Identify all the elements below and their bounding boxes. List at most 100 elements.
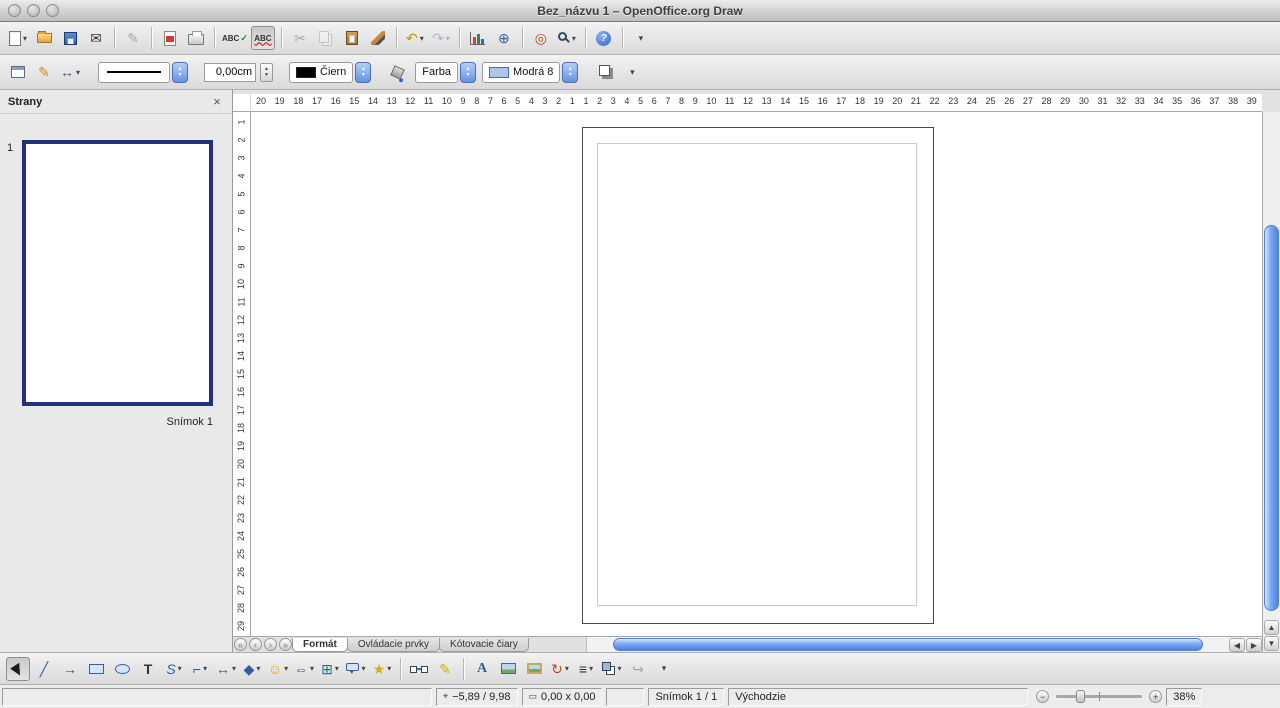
basic-shapes-button[interactable]: ◆ [240, 657, 264, 681]
flowchart-button[interactable]: ⊞ [318, 657, 342, 681]
toolbar-options-button[interactable]: ▾ [652, 657, 676, 681]
callouts-button[interactable] [344, 657, 368, 681]
fontwork-button[interactable]: A [470, 657, 494, 681]
zoom-out-button[interactable]: − [1036, 690, 1049, 703]
line-style-stepper[interactable] [172, 62, 188, 83]
open-template-icon [37, 33, 52, 43]
spellcheck-button[interactable]: ABC [221, 26, 249, 50]
symbol-shapes-button[interactable]: ☺ [266, 657, 290, 681]
paintbrush-button[interactable] [366, 26, 390, 50]
ruler-number: 7 [488, 96, 493, 106]
last-layer-button[interactable]: » [279, 638, 292, 651]
curve-tool-button[interactable]: S [162, 657, 186, 681]
line-width-input[interactable] [204, 63, 256, 82]
fill-color-select[interactable]: Modrá 8 [482, 62, 578, 83]
ellipse-tool-button[interactable] [110, 657, 134, 681]
vertical-scrollbar-thumb[interactable] [1264, 225, 1279, 611]
line-width-stepper[interactable] [260, 63, 273, 82]
insert-chart-button[interactable] [466, 26, 490, 50]
tab-dimension-lines[interactable]: Kótovacie čiary [439, 638, 529, 652]
toolbar-options-button[interactable]: ▾ [620, 60, 644, 84]
arrow-style-button[interactable]: ↔ [58, 60, 82, 84]
drawing-canvas[interactable] [251, 112, 1262, 636]
scroll-left-button[interactable] [1229, 638, 1245, 652]
zoom-slider[interactable] [1056, 695, 1142, 698]
edit-points-button[interactable] [407, 657, 431, 681]
copy-button[interactable] [314, 26, 338, 50]
slide-thumbnail[interactable] [22, 140, 213, 406]
previous-layer-button[interactable]: ‹ [249, 638, 262, 651]
next-layer-button[interactable]: › [264, 638, 277, 651]
horizontal-ruler[interactable]: 2019181716151413121110987654321123456789… [251, 94, 1262, 112]
save-button[interactable] [58, 26, 82, 50]
shadow-button[interactable] [594, 60, 618, 84]
gallery-button[interactable] [522, 657, 546, 681]
zoom-in-button[interactable]: + [1149, 690, 1162, 703]
export-pdf-button[interactable] [158, 26, 182, 50]
cut-button[interactable]: ✂ [288, 26, 312, 50]
zoom-tool-button[interactable] [555, 26, 579, 50]
line-dialog-button[interactable]: ✎ [32, 60, 56, 84]
block-arrows-button[interactable]: ⇔ [292, 657, 316, 681]
styles-button[interactable] [6, 60, 30, 84]
glue-points-button[interactable]: ✎ [433, 657, 457, 681]
interaction-button[interactable]: ↪ [626, 657, 650, 681]
tab-format[interactable]: Formát [292, 638, 348, 652]
horizontal-scrollbar[interactable] [586, 637, 1262, 652]
line-tool-button[interactable]: ╱ [32, 657, 56, 681]
lines-arrows-button[interactable]: ↔ [214, 657, 238, 681]
text-tool-button[interactable]: T [136, 657, 160, 681]
scroll-up-button[interactable] [1264, 620, 1279, 635]
toolbar-separator [463, 658, 464, 680]
tab-controls[interactable]: Ovládacie prvky [347, 638, 440, 652]
horizontal-scrollbar-thumb[interactable] [613, 638, 1203, 651]
rectangle-tool-button[interactable] [84, 657, 108, 681]
ruler-number: 27 [1023, 96, 1033, 106]
arrange-button[interactable] [600, 657, 624, 681]
star-icon: ★ [373, 662, 386, 676]
shadow-icon [599, 65, 610, 76]
insert-image-button[interactable] [496, 657, 520, 681]
titlebar[interactable]: Bez_názvu 1 – OpenOffice.org Draw [0, 0, 1280, 22]
paste-button[interactable] [340, 26, 364, 50]
autospellcheck-button[interactable]: ABC [251, 26, 275, 50]
print-button[interactable] [184, 26, 208, 50]
select-tool-button[interactable] [6, 657, 30, 681]
page[interactable] [582, 127, 934, 624]
line-color-stepper[interactable] [355, 62, 371, 83]
email-button[interactable]: ✉ [84, 26, 108, 50]
glue-points-icon: ✎ [439, 662, 451, 676]
slide-indicator-field[interactable]: Snímok 1 / 1 [648, 688, 724, 706]
navigator-button[interactable]: ◎ [529, 26, 553, 50]
zoom-slider-thumb[interactable] [1076, 690, 1085, 703]
stars-button[interactable]: ★ [370, 657, 394, 681]
vertical-ruler[interactable]: 1234567891011121314151617181920212223242… [233, 112, 251, 636]
close-panel-button[interactable]: × [210, 94, 224, 109]
rotate-button[interactable]: ↻ [548, 657, 572, 681]
hyperlink-button[interactable]: ⊕ [492, 26, 516, 50]
help-button[interactable]: ? [592, 26, 616, 50]
ruler-number: 11 [237, 297, 247, 306]
connector-tool-button[interactable]: ⌐ [188, 657, 212, 681]
first-layer-button[interactable]: « [234, 638, 247, 651]
redo-button[interactable]: ↷ [429, 26, 453, 50]
scroll-down-button[interactable] [1264, 636, 1279, 651]
edit-file-button[interactable]: ✎ [121, 26, 145, 50]
new-document-button[interactable] [6, 26, 30, 50]
scroll-right-button[interactable] [1246, 638, 1262, 652]
layout-name-field[interactable]: Východzie [728, 688, 1028, 706]
open-template-button[interactable] [32, 26, 56, 50]
fill-color-stepper[interactable] [562, 62, 578, 83]
toolbar-options-button[interactable]: ▾ [629, 26, 653, 50]
undo-button[interactable]: ↶ [403, 26, 427, 50]
line-color-select[interactable]: Čiern [289, 62, 371, 83]
zoom-percent-field[interactable]: 38% [1166, 688, 1202, 706]
fill-style-stepper[interactable] [460, 62, 476, 83]
fill-style-select[interactable]: Farba [415, 62, 476, 83]
vertical-scrollbar[interactable] [1262, 112, 1280, 652]
line-style-select[interactable] [98, 62, 188, 83]
arrow-tool-button[interactable]: → [58, 657, 82, 681]
ruler-number: 18 [855, 96, 865, 106]
alignment-button[interactable]: ≡ [574, 657, 598, 681]
paint-can-button[interactable] [387, 60, 411, 84]
